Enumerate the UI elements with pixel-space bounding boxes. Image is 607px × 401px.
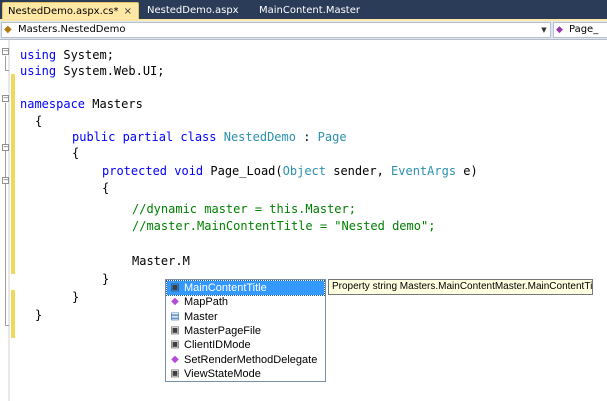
code-line: protected void Page_Load(Object sender, … bbox=[102, 163, 478, 179]
code-line: { bbox=[72, 145, 79, 161]
collapse-region-icon[interactable]: − bbox=[2, 177, 9, 184]
tab-label: NestedDemo.aspx.cs* bbox=[8, 6, 119, 17]
type-token: Object bbox=[282, 164, 326, 178]
completion-item-label: SetRenderMethodDelegate bbox=[184, 353, 318, 366]
code-line: using System.Web.UI; bbox=[20, 63, 165, 79]
type-token: NestedDemo bbox=[223, 130, 296, 144]
outline-line bbox=[5, 56, 6, 70]
code-token: System.Web.UI; bbox=[56, 64, 165, 78]
code-line: { bbox=[102, 180, 109, 196]
completion-item[interactable]: ▣ ClientIDMode bbox=[167, 338, 324, 352]
completion-item[interactable]: ◆ SetRenderMethodDelegate bbox=[167, 353, 324, 367]
code-token: } bbox=[72, 290, 80, 304]
completion-item[interactable]: ▣ MasterPageFile bbox=[167, 324, 324, 338]
code-line: } bbox=[102, 271, 109, 287]
completion-item-label: ViewStateMode bbox=[184, 367, 261, 380]
document-tab-strip: NestedDemo.aspx.cs* × NestedDemo.aspx Ma… bbox=[0, 0, 607, 21]
code-token: Master.M bbox=[132, 254, 190, 268]
type-token: Page bbox=[317, 130, 347, 144]
code-line: { bbox=[35, 113, 42, 129]
collapse-region-icon[interactable]: − bbox=[2, 48, 9, 55]
code-token: { bbox=[72, 146, 80, 160]
completion-item[interactable]: ◆ MapPath bbox=[167, 295, 324, 309]
method-icon: ◆ bbox=[171, 353, 179, 365]
completion-item[interactable]: ▤ Master bbox=[167, 310, 324, 324]
completion-item-label: MapPath bbox=[184, 296, 229, 309]
code-token: System; bbox=[56, 48, 114, 62]
tab-nesteddemo-aspx[interactable]: NestedDemo.aspx bbox=[142, 3, 239, 19]
completion-item-label: MainContentTitle bbox=[184, 282, 267, 294]
completion-item[interactable]: ▣ MainContentTitle bbox=[166, 280, 325, 296]
close-tab-icon[interactable]: × bbox=[124, 3, 132, 20]
code-token: Masters bbox=[85, 97, 143, 111]
member-dropdown-value: Page_ bbox=[569, 24, 599, 35]
quickinfo-tooltip: Property string Masters.MainContentMaste… bbox=[328, 279, 593, 295]
collapse-region-icon[interactable]: − bbox=[2, 144, 9, 151]
method-icon: ◆ bbox=[556, 25, 563, 35]
code-line: } bbox=[35, 307, 42, 323]
collapse-region-icon[interactable]: − bbox=[2, 95, 9, 102]
chevron-down-icon[interactable]: ▼ bbox=[538, 23, 550, 37]
code-token: Page_Load( bbox=[203, 164, 283, 178]
code-token: : bbox=[295, 130, 318, 144]
code-line: Master.M bbox=[132, 253, 190, 269]
tab-maincontent-master[interactable]: MainContent.Master bbox=[254, 3, 360, 19]
class-dropdown-value: Masters.NestedDemo bbox=[18, 24, 126, 35]
keyword-token: using bbox=[20, 64, 57, 78]
code-token: { bbox=[102, 181, 110, 195]
keyword-token: using bbox=[20, 48, 57, 62]
change-indicator-bar bbox=[11, 74, 15, 274]
keyword-token: protected void bbox=[102, 164, 204, 178]
method-icon: ◆ bbox=[171, 296, 179, 308]
code-line: using System; bbox=[20, 47, 114, 63]
completion-item-label: ClientIDMode bbox=[184, 339, 251, 352]
completion-item-label: MasterPageFile bbox=[184, 324, 262, 337]
tab-label: MainContent.Master bbox=[259, 5, 360, 16]
intellisense-completion-list[interactable]: ▣ MainContentTitle ◆ MapPath ▤ Master ▣ MasterP… bbox=[165, 279, 326, 382]
comment-token: //dynamic master = this.Master; bbox=[132, 202, 356, 216]
property-icon: ▣ bbox=[170, 282, 180, 293]
tab-nesteddemo-aspx-cs[interactable]: NestedDemo.aspx.cs* × bbox=[2, 2, 139, 19]
class-dropdown[interactable]: ◆ Masters.NestedDemo ▼ bbox=[1, 22, 551, 38]
change-indicator-bar bbox=[11, 290, 15, 338]
keyword-token: namespace bbox=[20, 97, 86, 111]
code-token: sender, bbox=[326, 164, 392, 178]
code-line: //dynamic master = this.Master; bbox=[132, 201, 356, 217]
navigation-bar: ◆ Masters.NestedDemo ▼ ◆ Page_ bbox=[0, 21, 607, 40]
code-token: } bbox=[102, 272, 110, 286]
completion-item-label: Master bbox=[184, 310, 218, 323]
comment-token: //master.MainContentTitle = "Nested demo… bbox=[132, 219, 436, 233]
code-token: e) bbox=[456, 164, 478, 178]
outline-line bbox=[5, 70, 9, 71]
code-token: } bbox=[35, 308, 43, 322]
member-dropdown[interactable]: ◆ Page_ bbox=[553, 22, 607, 38]
keyword-token: public partial class bbox=[72, 130, 217, 144]
completion-item[interactable]: ▣ ViewStateMode bbox=[167, 367, 324, 381]
outline-line bbox=[5, 103, 6, 325]
property-icon: ▣ bbox=[170, 367, 180, 379]
field-icon: ▤ bbox=[170, 310, 180, 322]
tab-label: NestedDemo.aspx bbox=[147, 5, 239, 16]
code-token: { bbox=[35, 114, 43, 128]
code-line: namespace Masters bbox=[20, 96, 143, 112]
class-icon: ◆ bbox=[4, 24, 12, 35]
type-token: EventArgs bbox=[391, 164, 457, 178]
property-icon: ▣ bbox=[170, 324, 180, 336]
code-line: public partial class NestedDemo : Page bbox=[72, 129, 347, 145]
outline-line bbox=[5, 325, 9, 326]
property-icon: ▣ bbox=[170, 339, 180, 351]
code-line: //master.MainContentTitle = "Nested demo… bbox=[132, 218, 435, 234]
code-line: } bbox=[72, 289, 79, 305]
